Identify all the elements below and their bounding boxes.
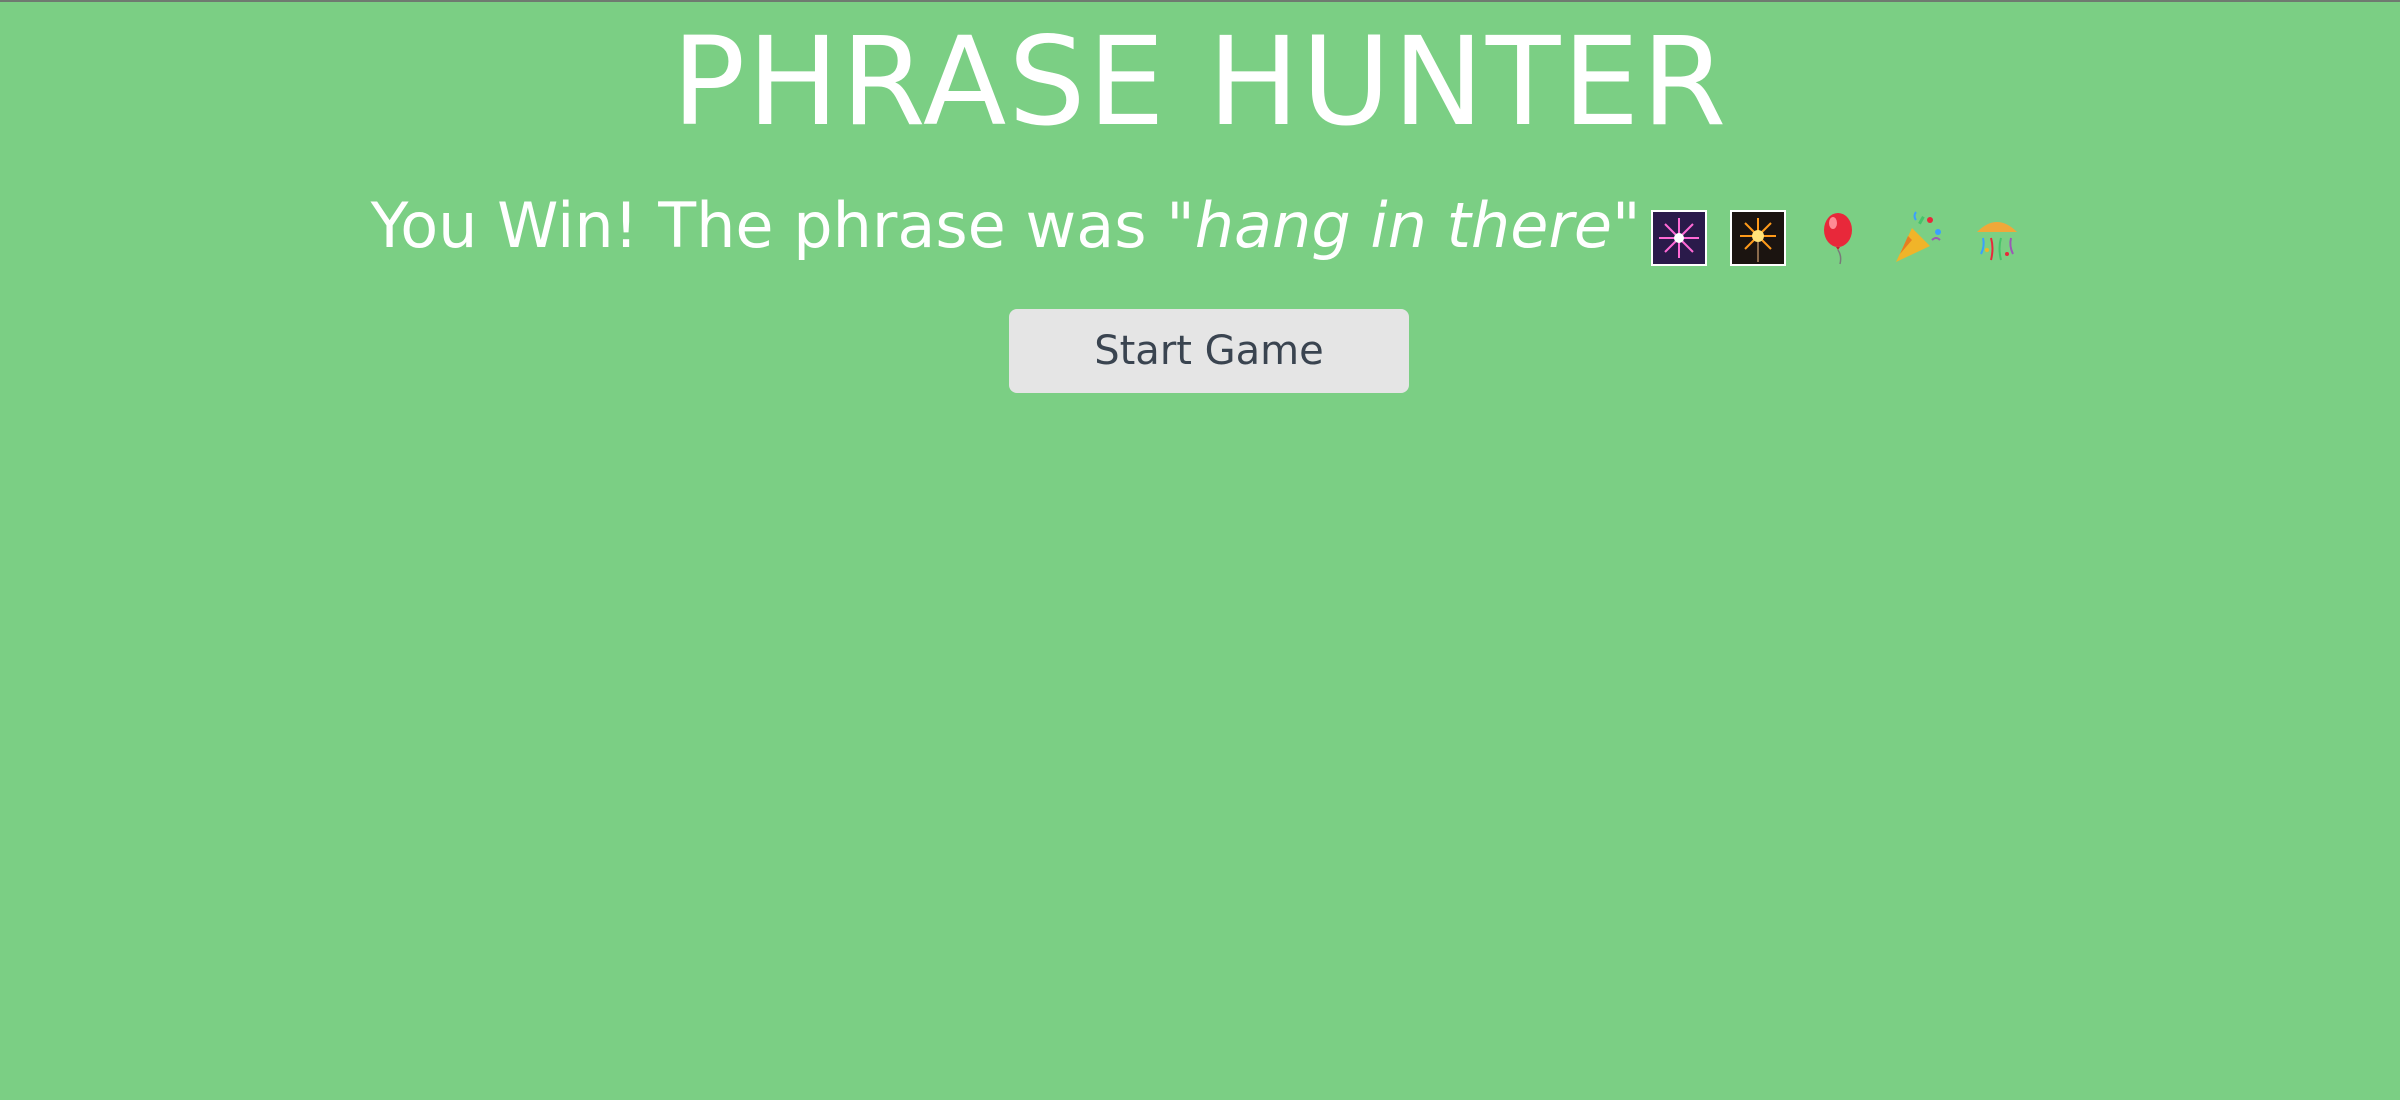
confetti-ball-icon (1969, 210, 2025, 266)
fireworks-icon (1650, 209, 1707, 266)
start-game-button[interactable]: Start Game (1009, 309, 1409, 393)
party-popper-icon (1890, 210, 1946, 266)
celebration-emojis (1650, 194, 2030, 266)
win-message-prefix: You Win! The phrase was (370, 189, 1167, 262)
game-title: PHRASE HUNTER (671, 11, 1729, 153)
win-phrase: "hang in there" (1166, 189, 1641, 262)
sparkler-icon (1730, 209, 1787, 266)
balloon-icon (1810, 210, 1866, 266)
win-message: You Win! The phrase was "hang in there" (0, 186, 2400, 266)
